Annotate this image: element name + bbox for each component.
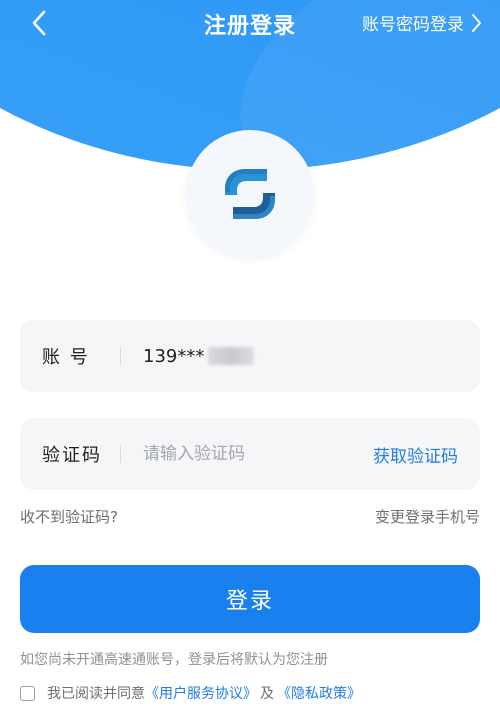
get-code-button[interactable]: 获取验证码	[373, 442, 458, 467]
app-logo-icon	[225, 169, 275, 219]
agreement-prefix: 我已阅读并同意	[47, 686, 145, 702]
masked-digits	[208, 347, 255, 365]
login-button[interactable]: 登录	[20, 565, 480, 633]
verification-code-field: 验证码 获取验证码	[20, 418, 480, 490]
helper-links: 收不到验证码? 变更登录手机号	[20, 506, 480, 527]
register-notice: 如您尚未开通高速通账号，登录后将默认为您注册	[20, 652, 328, 668]
account-value[interactable]: 139***	[121, 345, 255, 367]
account-number: 139***	[143, 345, 205, 367]
verification-code-label: 验证码	[42, 445, 102, 466]
app-logo	[186, 130, 314, 258]
agreement-row: 我已阅读并同意 《用户服务协议》 及 《隐私政策》	[20, 683, 361, 703]
login-screen: 注册登录 账号密码登录 账 号 139*** 验证码 获取验证码	[0, 0, 500, 712]
agreement-and: 及	[260, 686, 274, 702]
change-phone-link[interactable]: 变更登录手机号	[375, 506, 480, 527]
top-bar: 注册登录 账号密码登录	[0, 0, 500, 46]
agreement-checkbox[interactable]	[20, 685, 35, 701]
chevron-right-icon	[472, 13, 481, 32]
verification-code-input[interactable]	[121, 444, 321, 464]
account-field: 账 号 139***	[20, 320, 480, 392]
user-agreement-link[interactable]: 《用户服务协议》	[145, 683, 257, 703]
account-label: 账 号	[42, 347, 90, 368]
privacy-policy-link[interactable]: 《隐私政策》	[277, 683, 361, 703]
no-code-link[interactable]: 收不到验证码?	[20, 506, 118, 527]
password-login-link[interactable]: 账号密码登录	[362, 10, 482, 35]
password-login-label: 账号密码登录	[362, 15, 464, 35]
